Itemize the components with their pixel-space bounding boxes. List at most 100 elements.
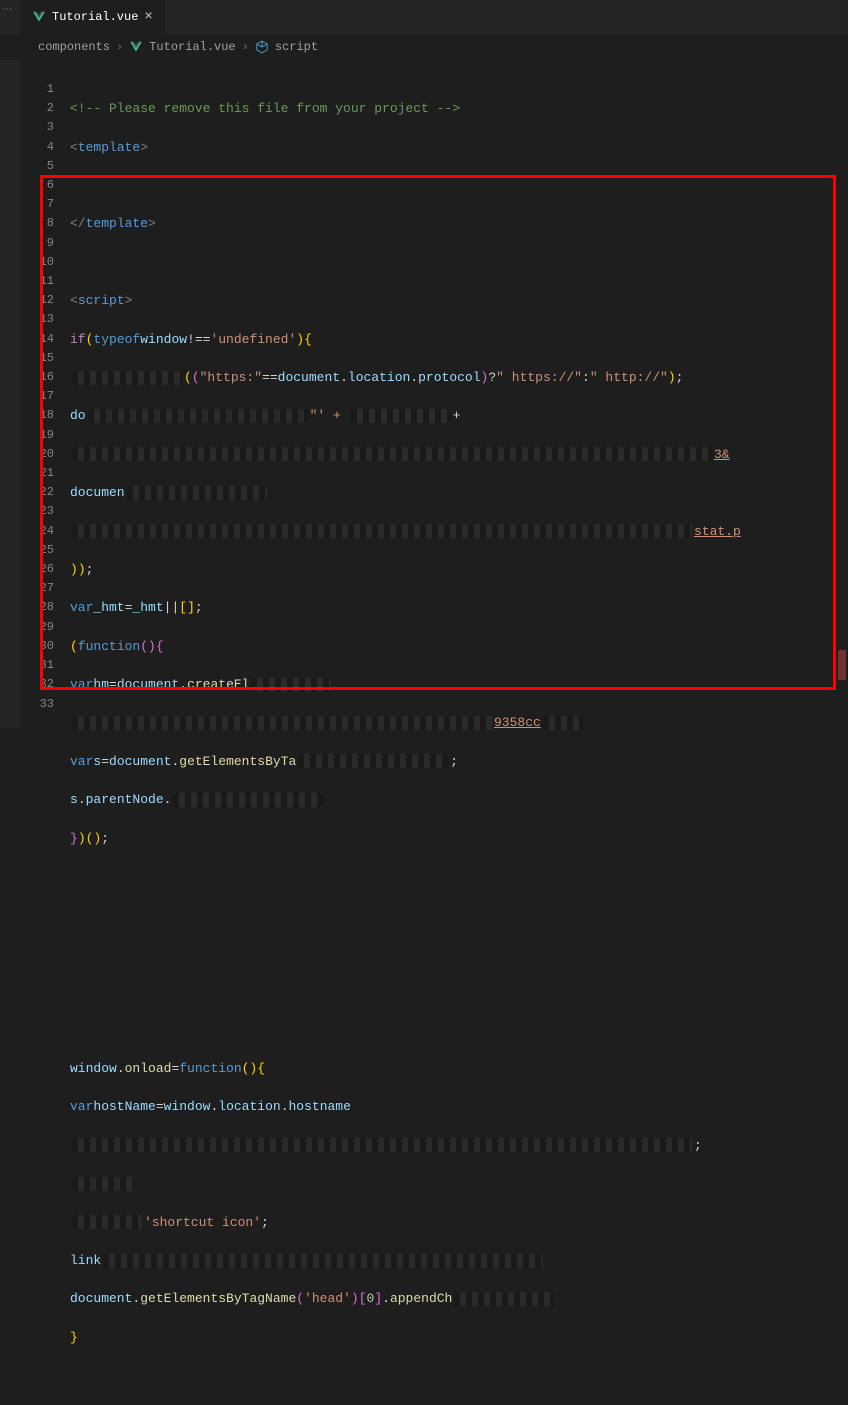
code-token: template: [78, 138, 140, 157]
line-number: 17: [20, 387, 54, 406]
redacted: [72, 524, 692, 538]
code-token: "' +: [310, 406, 349, 425]
code-token: onload: [125, 1059, 172, 1078]
code-token: typeof: [93, 330, 140, 349]
code-token: _hmt: [132, 598, 163, 617]
code-token: protocol: [418, 368, 480, 387]
code-token: window: [164, 1097, 211, 1116]
line-number: 16: [20, 368, 54, 387]
code-token: template: [86, 214, 148, 233]
line-number: 19: [20, 426, 54, 445]
code-token: =: [156, 1097, 164, 1116]
code-token: location: [218, 1097, 280, 1116]
line-number: 26: [20, 560, 54, 579]
code-token: getElementsByTa: [179, 752, 296, 771]
code-token: function: [179, 1059, 241, 1078]
line-number: 21: [20, 464, 54, 483]
tab-bar-space: [166, 0, 848, 34]
line-number: 24: [20, 522, 54, 541]
redacted: [88, 409, 308, 423]
line-number: 8: [20, 214, 54, 233]
line-number: 7: [20, 195, 54, 214]
chevron-right-icon: ›: [242, 40, 249, 54]
code-token: <!-- Please remove this file from your p…: [70, 99, 460, 118]
breadcrumb-file[interactable]: Tutorial.vue: [149, 40, 235, 54]
line-number: 25: [20, 541, 54, 560]
code-token: " https://": [496, 368, 582, 387]
code-token: hostname: [289, 1097, 351, 1116]
code-token: +: [453, 406, 461, 425]
line-number: 15: [20, 349, 54, 368]
line-number: 10: [20, 253, 54, 272]
line-number: 18: [20, 406, 54, 425]
tab-filename: Tutorial.vue: [52, 10, 138, 24]
line-number: 14: [20, 330, 54, 349]
code-token: _hmt: [93, 598, 124, 617]
code-token: parentNode: [86, 790, 164, 809]
code-token: ==: [262, 368, 278, 387]
code-token: document: [70, 1289, 132, 1308]
code-token: 'head': [304, 1289, 351, 1308]
redacted: [72, 1138, 692, 1152]
redacted: [72, 371, 182, 385]
file-tab[interactable]: Tutorial.vue ×: [20, 0, 166, 34]
line-number: 30: [20, 637, 54, 656]
line-number: 27: [20, 579, 54, 598]
redacted: [72, 1177, 132, 1191]
line-number: 29: [20, 618, 54, 637]
code-token: var: [70, 675, 93, 694]
code-token: " http://": [590, 368, 668, 387]
line-number: 5: [20, 157, 54, 176]
line-number: 11: [20, 272, 54, 291]
code-token: script: [78, 291, 125, 310]
redacted: [351, 409, 451, 423]
close-icon[interactable]: ×: [144, 9, 152, 25]
activity-strip: [0, 60, 20, 728]
minimap-slider[interactable]: [838, 650, 846, 680]
code-token: function: [78, 637, 140, 656]
redacted: [72, 1215, 142, 1229]
vue-icon: [129, 40, 143, 54]
code-token: var: [70, 1097, 93, 1116]
breadcrumb[interactable]: components › Tutorial.vue › script: [0, 34, 848, 60]
breadcrumb-symbol[interactable]: script: [275, 40, 318, 54]
code-token: s: [93, 752, 101, 771]
code-token: 'shortcut icon': [144, 1213, 261, 1232]
chevron-right-icon: ›: [116, 40, 123, 54]
line-number: 33: [20, 695, 54, 714]
line-number: 6: [20, 176, 54, 195]
code-token: appendCh: [390, 1289, 452, 1308]
code-token: hostName: [93, 1097, 155, 1116]
vue-icon: [32, 10, 46, 24]
line-number: 23: [20, 502, 54, 521]
line-gutter: 1 2 3 4 5 6 7 8 9 10 11 12 13 14 15 16 1…: [20, 60, 70, 728]
code-token: var: [70, 598, 93, 617]
code-token: documen: [70, 483, 125, 502]
line-number: 28: [20, 598, 54, 617]
code-content[interactable]: <!-- Please remove this file from your p…: [70, 60, 848, 728]
code-token: =: [101, 752, 109, 771]
redacted: [298, 754, 448, 768]
code-token: getElementsByTagName: [140, 1289, 296, 1308]
breadcrumb-folder[interactable]: components: [38, 40, 110, 54]
code-token: createEl: [187, 675, 249, 694]
code-token: window: [140, 330, 187, 349]
code-token: var: [70, 752, 93, 771]
line-number: 4: [20, 138, 54, 157]
redacted: [173, 793, 323, 807]
code-token: stat.p: [694, 522, 741, 541]
line-number: 13: [20, 310, 54, 329]
code-token: window: [70, 1059, 117, 1078]
code-token: ;: [694, 1136, 702, 1155]
redacted: [103, 1254, 543, 1268]
code-token: 0: [367, 1289, 375, 1308]
line-number: 20: [20, 445, 54, 464]
code-token: location: [348, 368, 410, 387]
code-token: document: [278, 368, 340, 387]
code-editor[interactable]: 1 2 3 4 5 6 7 8 9 10 11 12 13 14 15 16 1…: [0, 60, 848, 728]
menu-dots[interactable]: ⋯: [2, 4, 13, 16]
line-number: 3: [20, 118, 54, 137]
line-number: 32: [20, 675, 54, 694]
code-token: ?: [488, 368, 496, 387]
code-token: if: [70, 330, 86, 349]
